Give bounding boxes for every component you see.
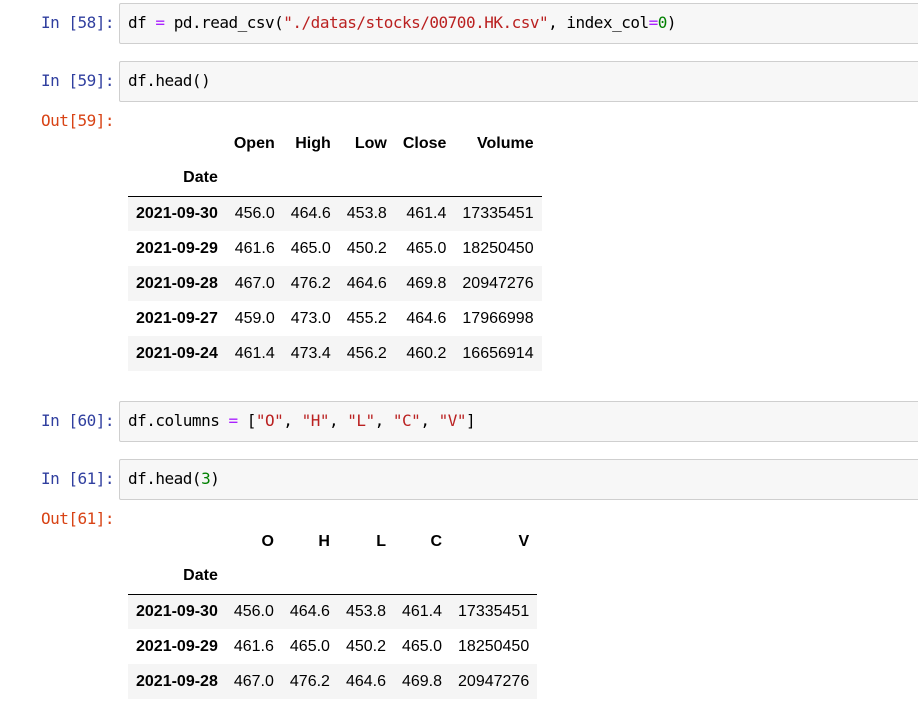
dataframe-output-table: O H L C V Date 2021-09-30 456.0 464.6 45… — [128, 524, 538, 699]
column-header: O — [261, 532, 274, 550]
input-prompt: In [60]: — [40, 411, 115, 430]
table-row: 2021-09-29 461.6 465.0 450.2 465.0 18250… — [128, 231, 542, 266]
column-header: C — [430, 532, 443, 550]
table-row: 2021-09-29 461.6 465.0 450.2 465.0 18250… — [128, 629, 538, 664]
column-header: V — [518, 532, 530, 550]
index-name-row: Date — [128, 161, 542, 196]
data-cell: 17335451 — [458, 602, 530, 620]
code-cell-58[interactable]: In [58]: df = pd.read_csv("./datas/stock… — [0, 3, 918, 44]
data-cell: 461.4 — [401, 602, 443, 620]
data-cell: 469.8 — [401, 672, 443, 690]
data-cell: 456.0 — [234, 204, 275, 222]
table-header-row: O H L C V — [128, 524, 537, 559]
data-cell: 473.4 — [290, 344, 331, 362]
code-cell-60[interactable]: In [60]: df.columns = ["O", "H", "L", "C… — [0, 401, 918, 442]
data-cell: 455.2 — [346, 309, 387, 327]
data-cell: 456.0 — [233, 602, 274, 620]
table-row: 2021-09-27 459.0 473.0 455.2 464.6 17966… — [128, 301, 542, 336]
table-header-row: Open High Low Close Volume — [128, 126, 542, 161]
data-cell: 464.6 — [290, 204, 331, 222]
index-cell: 2021-09-28 — [136, 274, 218, 292]
index-cell: 2021-09-28 — [136, 672, 218, 690]
data-cell: 464.6 — [345, 672, 386, 690]
data-cell: 450.2 — [345, 637, 386, 655]
table-row: 2021-09-30 456.0 464.6 453.8 461.4 17335… — [128, 594, 538, 629]
code-line[interactable]: df.columns = ["O", "H", "L", "C", "V"] — [128, 411, 476, 430]
data-cell: 456.2 — [346, 344, 387, 362]
index-cell: 2021-09-30 — [136, 602, 218, 620]
index-cell: 2021-09-24 — [136, 344, 218, 362]
index-cell: 2021-09-30 — [136, 204, 218, 222]
dataframe-output-table: Open High Low Close Volume Date 2021-09-… — [128, 126, 542, 371]
data-cell: 465.0 — [289, 637, 330, 655]
index-name-row: Date — [128, 559, 538, 594]
data-cell: 20947276 — [462, 274, 534, 292]
column-header: H — [318, 532, 330, 550]
code-cell-61[interactable]: In [61]: df.head(3) — [0, 459, 918, 500]
data-cell: 18250450 — [458, 637, 530, 655]
input-prompt: In [59]: — [40, 71, 115, 90]
data-cell: 450.2 — [346, 239, 387, 257]
data-cell: 464.6 — [289, 602, 330, 620]
data-cell: 461.6 — [234, 239, 275, 257]
code-line[interactable]: df = pd.read_csv("./datas/stocks/00700.H… — [128, 13, 677, 32]
data-cell: 467.0 — [234, 274, 275, 292]
column-header: Low — [354, 134, 387, 152]
data-cell: 469.8 — [406, 274, 447, 292]
data-cell: 476.2 — [289, 672, 330, 690]
output-prompt: Out[59]: — [40, 111, 115, 130]
data-cell: 467.0 — [233, 672, 274, 690]
index-name-header: Date — [183, 567, 218, 585]
table-row: 2021-09-28 467.0 476.2 464.6 469.8 20947… — [128, 266, 542, 301]
table-row: 2021-09-24 461.4 473.4 456.2 460.2 16656… — [128, 336, 542, 371]
index-corner-cell — [128, 524, 226, 559]
code-input-area[interactable]: df.head(3) — [119, 459, 918, 500]
input-prompt: In [61]: — [40, 469, 115, 488]
index-cell: 2021-09-29 — [136, 637, 218, 655]
data-cell: 16656914 — [462, 344, 534, 362]
code-input-area[interactable]: df.head() — [119, 61, 918, 102]
input-prompt: In [58]: — [40, 13, 115, 32]
data-cell: 461.4 — [406, 204, 447, 222]
column-header: High — [295, 134, 331, 152]
data-cell: 453.8 — [346, 204, 387, 222]
data-cell: 464.6 — [406, 309, 447, 327]
data-cell: 465.0 — [401, 637, 443, 655]
data-cell: 465.0 — [406, 239, 447, 257]
data-cell: 461.4 — [234, 344, 275, 362]
table-row: 2021-09-28 467.0 476.2 464.6 469.8 20947… — [128, 664, 538, 699]
data-cell: 465.0 — [290, 239, 331, 257]
index-name-header: Date — [183, 169, 218, 187]
column-header: L — [376, 532, 386, 550]
index-cell: 2021-09-27 — [136, 309, 218, 327]
data-cell: 18250450 — [462, 239, 534, 257]
code-line[interactable]: df.head() — [128, 71, 211, 90]
code-input-area[interactable]: df = pd.read_csv("./datas/stocks/00700.H… — [119, 3, 918, 44]
data-cell: 17335451 — [462, 204, 534, 222]
output-prompt: Out[61]: — [40, 509, 115, 528]
code-cell-59[interactable]: In [59]: df.head() — [0, 61, 918, 102]
code-input-area[interactable]: df.columns = ["O", "H", "L", "C", "V"] — [119, 401, 918, 442]
column-header: Close — [402, 134, 447, 152]
code-line[interactable]: df.head(3) — [128, 469, 220, 488]
data-cell: 459.0 — [234, 309, 275, 327]
column-header: Volume — [476, 134, 534, 152]
table-row: 2021-09-30 456.0 464.6 453.8 461.4 17335… — [128, 196, 542, 231]
data-cell: 476.2 — [290, 274, 331, 292]
column-header: Open — [233, 134, 275, 152]
index-cell: 2021-09-29 — [136, 239, 218, 257]
data-cell: 20947276 — [458, 672, 530, 690]
index-corner-cell — [128, 126, 226, 161]
data-cell: 17966998 — [462, 309, 534, 327]
data-cell: 453.8 — [345, 602, 386, 620]
data-cell: 461.6 — [233, 637, 274, 655]
data-cell: 473.0 — [290, 309, 331, 327]
data-cell: 464.6 — [346, 274, 387, 292]
data-cell: 460.2 — [406, 344, 447, 362]
